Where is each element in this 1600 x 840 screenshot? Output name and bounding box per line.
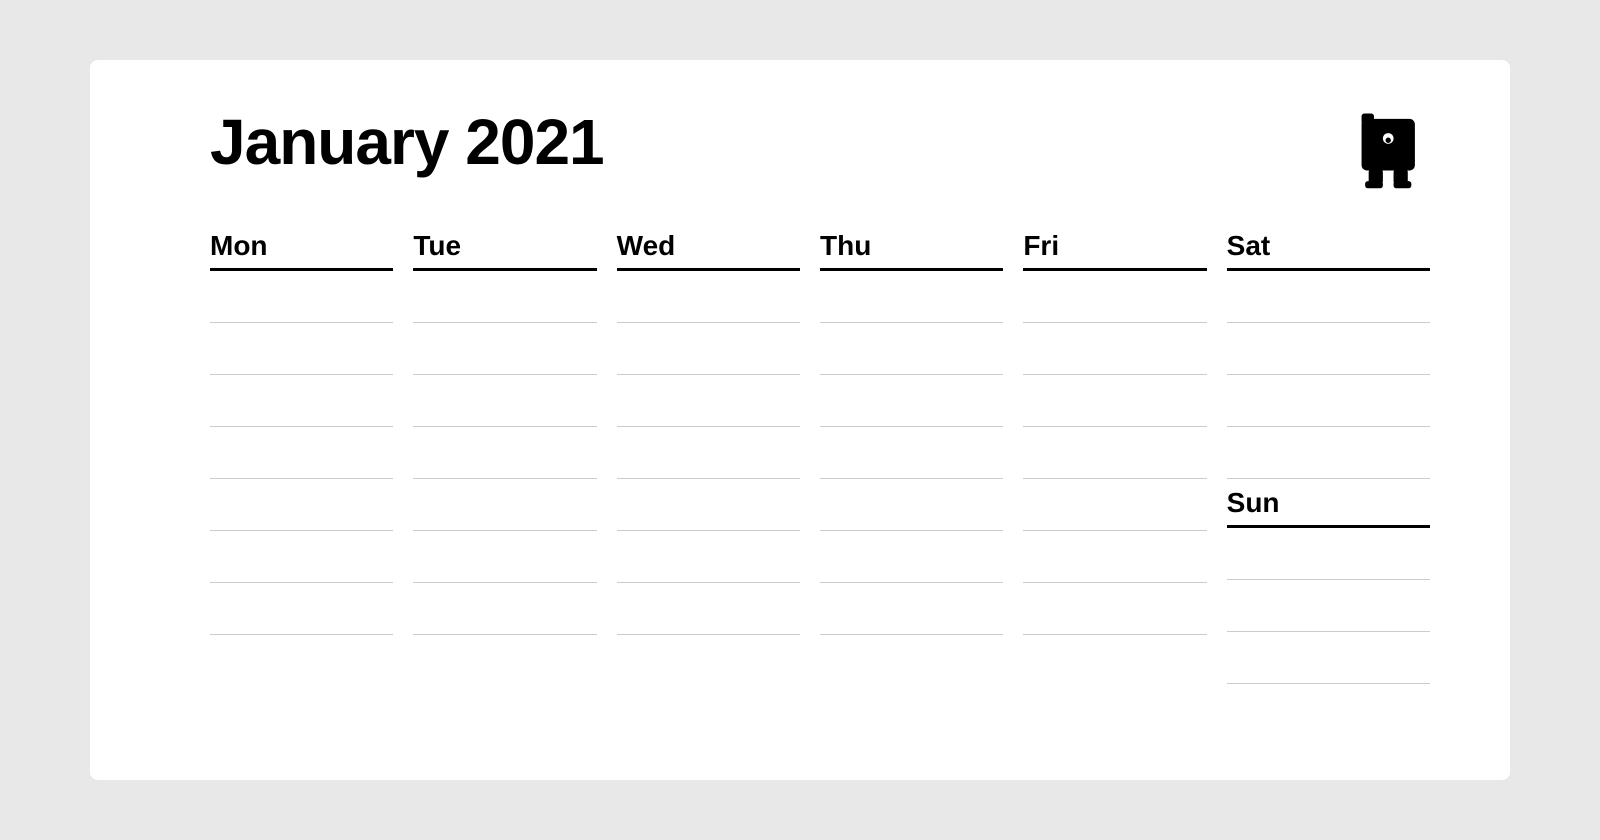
day-row bbox=[1227, 580, 1430, 632]
day-header-tue: Tue bbox=[413, 230, 596, 271]
day-header-thu: Thu bbox=[820, 230, 1003, 271]
day-row bbox=[413, 375, 596, 427]
day-row bbox=[1023, 479, 1206, 531]
column-sat-sun: Sat Sun bbox=[1227, 230, 1430, 740]
day-row bbox=[820, 271, 1003, 323]
header-row: January 2021 bbox=[210, 110, 1430, 190]
day-row bbox=[210, 583, 393, 635]
day-row bbox=[1023, 375, 1206, 427]
column-thu: Thu bbox=[820, 230, 1023, 740]
day-row bbox=[820, 583, 1003, 635]
day-row bbox=[210, 427, 393, 479]
day-row bbox=[820, 531, 1003, 583]
day-row bbox=[617, 375, 800, 427]
day-row bbox=[617, 427, 800, 479]
day-header-sat: Sat bbox=[1227, 230, 1430, 271]
day-header-wed: Wed bbox=[617, 230, 800, 271]
day-row bbox=[413, 531, 596, 583]
day-row bbox=[1227, 271, 1430, 323]
day-row bbox=[1227, 528, 1430, 580]
day-row bbox=[1227, 323, 1430, 375]
day-row bbox=[210, 531, 393, 583]
column-wed: Wed bbox=[617, 230, 820, 740]
column-fri: Fri bbox=[1023, 230, 1226, 740]
day-row bbox=[1227, 427, 1430, 479]
day-row bbox=[1023, 271, 1206, 323]
month-title: January 2021 bbox=[210, 110, 604, 174]
day-row bbox=[1023, 323, 1206, 375]
day-row bbox=[210, 479, 393, 531]
column-mon: Mon bbox=[210, 230, 413, 740]
day-row bbox=[210, 375, 393, 427]
day-row bbox=[617, 271, 800, 323]
calendar-grid: Mon Tue Wed bbox=[210, 230, 1430, 740]
day-header-fri: Fri bbox=[1023, 230, 1206, 271]
monster-icon bbox=[1350, 110, 1430, 190]
day-row bbox=[820, 479, 1003, 531]
day-row bbox=[413, 271, 596, 323]
day-row bbox=[617, 479, 800, 531]
day-row bbox=[820, 375, 1003, 427]
column-tue: Tue bbox=[413, 230, 616, 740]
day-row bbox=[617, 583, 800, 635]
day-row bbox=[413, 323, 596, 375]
calendar-card: January 2021 Mon bbox=[90, 60, 1510, 780]
day-header-mon: Mon bbox=[210, 230, 393, 271]
day-header-sun: Sun bbox=[1227, 487, 1430, 528]
day-row bbox=[617, 531, 800, 583]
day-row bbox=[617, 323, 800, 375]
day-row bbox=[820, 323, 1003, 375]
day-row bbox=[1023, 583, 1206, 635]
day-row bbox=[1227, 632, 1430, 684]
day-row bbox=[413, 583, 596, 635]
day-row bbox=[1023, 531, 1206, 583]
day-row bbox=[210, 323, 393, 375]
day-row bbox=[210, 271, 393, 323]
day-row bbox=[1227, 375, 1430, 427]
day-row bbox=[1023, 427, 1206, 479]
day-row bbox=[413, 479, 596, 531]
day-row bbox=[820, 427, 1003, 479]
day-row bbox=[413, 427, 596, 479]
